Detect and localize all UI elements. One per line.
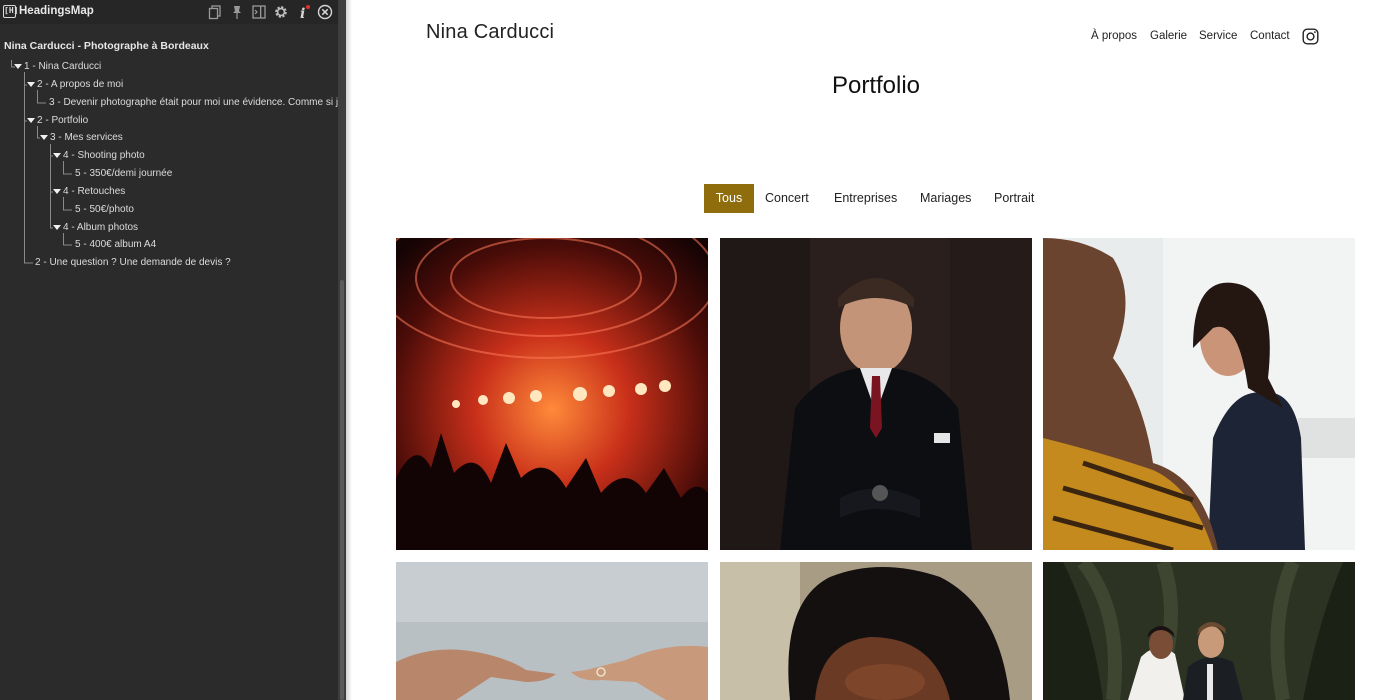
heading-item-h2[interactable]: 2 - Portfolio xyxy=(27,114,88,128)
headingsmap-panel: [H] HeadingsMap i Nina Carducci - Photog… xyxy=(0,0,338,700)
nav-link-gallery[interactable]: Galerie xyxy=(1150,30,1187,46)
business-man-portrait-photo[interactable] xyxy=(720,238,1032,550)
panel-scrollbar-thumb[interactable] xyxy=(340,280,344,700)
expand-caret-icon[interactable] xyxy=(53,188,61,194)
heading-item-h5[interactable]: 5 - 50€/photo xyxy=(75,203,134,217)
heading-item-h4[interactable]: 4 - Shooting photo xyxy=(53,149,145,163)
expand-caret-icon[interactable] xyxy=(27,117,35,123)
expand-caret-icon[interactable] xyxy=(40,134,48,140)
headingsmap-titlebar: [H] HeadingsMap i xyxy=(0,0,338,24)
pin-icon[interactable] xyxy=(229,4,245,20)
filter-portrait-button[interactable]: Portrait xyxy=(994,184,1034,213)
copy-icon[interactable] xyxy=(207,4,223,20)
info-icon[interactable]: i xyxy=(295,4,311,20)
expand-caret-icon[interactable] xyxy=(27,81,35,87)
man-portrait-closeup-photo[interactable] xyxy=(720,562,1032,700)
heading-item-h5[interactable]: 5 - 400€ album A4 xyxy=(75,238,156,252)
filter-concert-button[interactable]: Concert xyxy=(765,184,809,213)
heading-item-h5[interactable]: 5 - 350€/demi journée xyxy=(75,167,172,181)
close-icon[interactable] xyxy=(317,4,333,20)
heading-item-h2[interactable]: 2 - Une question ? Une demande de devis … xyxy=(35,256,231,270)
gear-icon[interactable] xyxy=(273,4,289,20)
wedding-hands-rings-photo[interactable] xyxy=(396,562,708,700)
nav-link-service[interactable]: Service xyxy=(1199,30,1237,46)
page-title: Portfolio xyxy=(831,72,921,99)
filter-entreprises-button[interactable]: Entreprises xyxy=(834,184,897,213)
nav-link-contact[interactable]: Contact xyxy=(1250,30,1290,46)
dock-side-icon[interactable] xyxy=(251,4,267,20)
expand-caret-icon[interactable] xyxy=(53,224,61,230)
heading-item-h3[interactable]: 3 - Mes services xyxy=(40,131,123,145)
wedding-couple-photo[interactable] xyxy=(1043,562,1355,700)
expand-caret-icon[interactable] xyxy=(53,152,61,158)
concert-photo[interactable] xyxy=(396,238,708,550)
panel-shadow xyxy=(346,0,352,700)
headingsmap-title: HeadingsMap xyxy=(19,5,94,17)
heading-item-h2[interactable]: 2 - A propos de moi xyxy=(27,78,123,92)
document-title: Nina Carducci - Photographe à Bordeaux xyxy=(4,40,209,52)
instagram-icon[interactable] xyxy=(1302,28,1319,45)
nav-link-about[interactable]: À propos xyxy=(1091,30,1137,46)
expand-caret-icon[interactable] xyxy=(14,63,22,69)
heading-item-h3[interactable]: 3 - Devenir photographe était pour moi u… xyxy=(49,96,338,110)
heading-item-h1[interactable]: 1 - Nina Carducci xyxy=(14,60,101,74)
heading-item-h4[interactable]: 4 - Album photos xyxy=(53,221,138,235)
site-brand[interactable]: Nina Carducci xyxy=(426,21,554,44)
heading-item-h4[interactable]: 4 - Retouches xyxy=(53,185,125,199)
filter-mariages-button[interactable]: Mariages xyxy=(920,184,971,213)
filter-tous-button[interactable]: Tous xyxy=(704,184,754,213)
headingsmap-logo: [H] xyxy=(3,5,18,18)
headings-tree: 1 - Nina Carducci 2 - A propos de moi 3 … xyxy=(0,0,338,700)
svg-text:i: i xyxy=(300,6,305,20)
smiling-woman-meeting-photo[interactable] xyxy=(1043,238,1355,550)
